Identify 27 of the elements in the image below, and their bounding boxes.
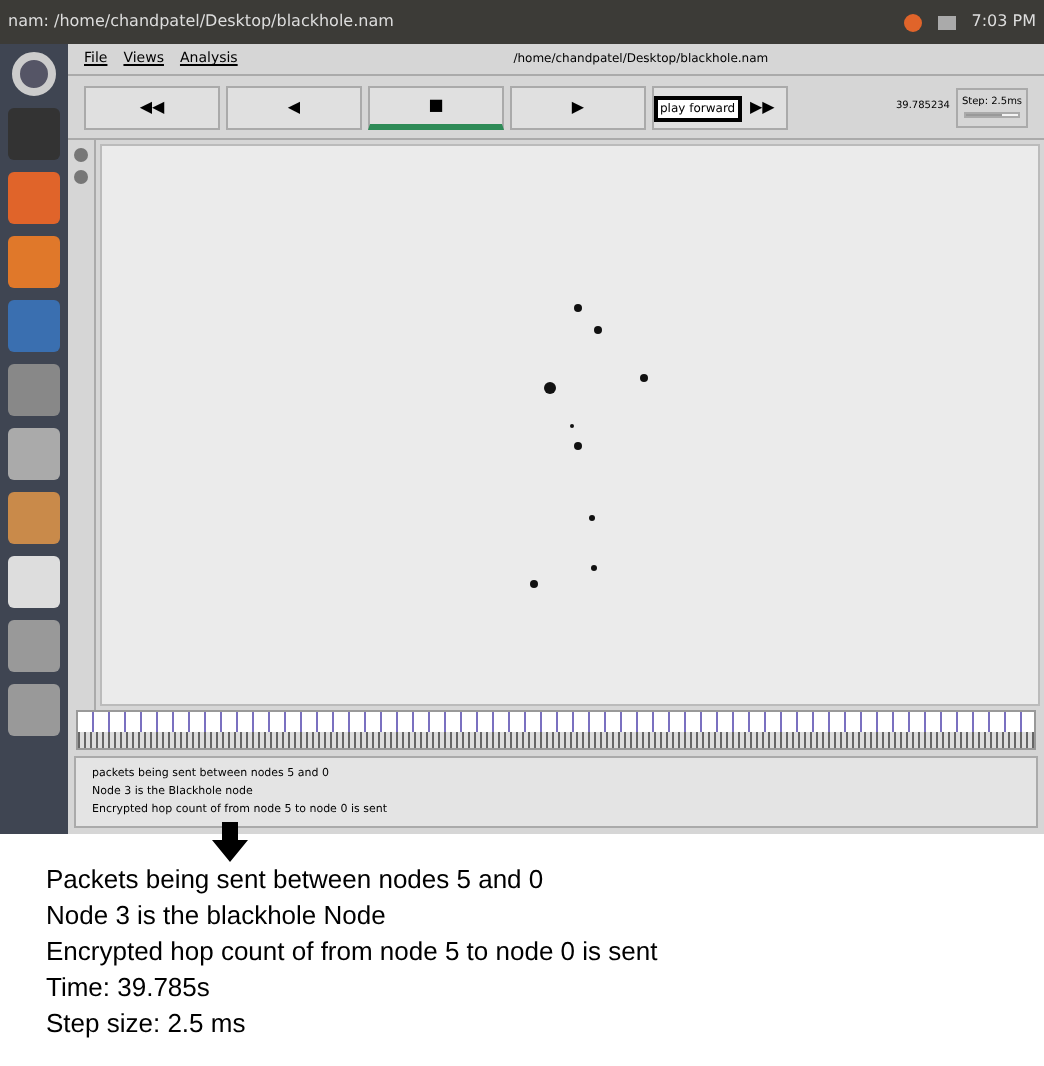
app-launcher-icon[interactable] [8,620,60,672]
playback-button[interactable]: ■ [368,85,504,129]
step-slider[interactable] [964,111,1020,118]
down-arrow-icon [212,822,248,862]
caption-line: Step size: 2.5 ms [46,1006,248,1042]
app-launcher-icon[interactable] [8,556,60,608]
app-launcher-icon[interactable] [8,300,60,352]
app-launcher-icon[interactable] [8,172,60,224]
app-launcher-icon[interactable] [8,428,60,480]
home-icon[interactable] [12,52,56,96]
app-launcher-icon[interactable] [8,236,60,288]
app-launcher-icon[interactable] [8,108,60,160]
zoom-in-icon[interactable] [74,148,88,162]
caption-line: Node 3 is the blackhole Node [46,898,388,934]
caption-line: Time: 39.785s [46,970,212,1006]
timeline[interactable] [76,710,1036,750]
app-launcher-icon[interactable] [8,492,60,544]
playback-button[interactable]: ▶ [510,85,646,129]
window-title: nam: /home/chandpatel/Desktop/blackhole.nam [8,10,394,34]
caption-line: Packets being sent between nodes 5 and 0 [46,862,546,898]
playback-button[interactable]: ◀◀ [84,85,220,129]
playback-button[interactable]: ◀ [226,85,362,129]
caption-line: Encrypted hop count of from node 5 to node 0 is sent [46,934,660,970]
app-launcher-icon[interactable] [8,364,60,416]
clock[interactable]: 7:03 PM [971,10,1036,34]
zoom-out-icon[interactable] [74,170,88,184]
app-launcher-icon[interactable] [8,684,60,736]
